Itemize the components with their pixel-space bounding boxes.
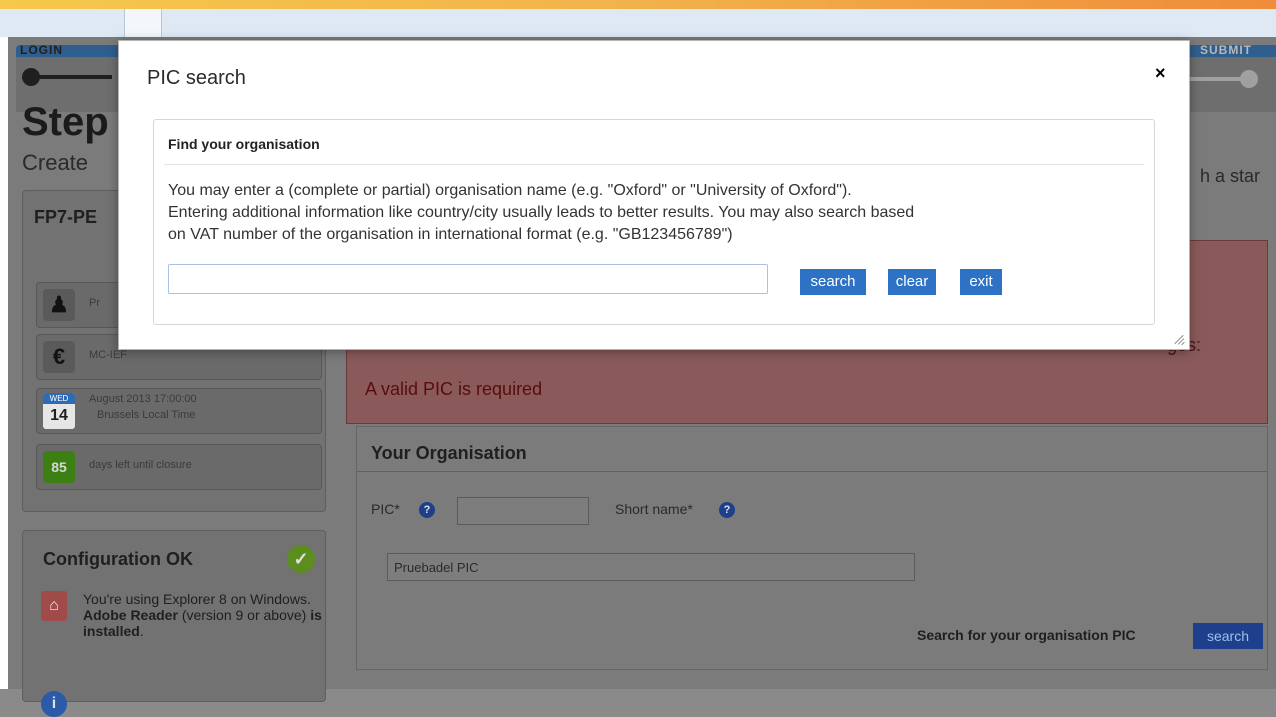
info-icon: i [41, 691, 67, 717]
card-title: Find your organisation [168, 136, 320, 152]
step-submit-dot [1240, 70, 1258, 88]
search-pic-button[interactable]: search [1193, 623, 1263, 649]
help-icon[interactable]: ? [419, 502, 435, 518]
config-text-1: You're using Explorer 8 on Windows. [83, 591, 311, 607]
days-left-badge: 85 [43, 451, 75, 483]
close-icon[interactable]: × [1155, 63, 1166, 84]
configuration-message: You're using Explorer 8 on Windows. Adob… [83, 591, 323, 639]
organisation-search-input[interactable] [168, 264, 768, 294]
panel-row-days-left: 85 days left until closure [36, 444, 322, 490]
required-note: h a star [1200, 166, 1261, 186]
euro-icon: € [43, 341, 75, 373]
dialog-title: PIC search [147, 67, 246, 89]
panel-row-deadline: WED 14 August 2013 17:00:00 Brussels Loc… [36, 388, 322, 434]
resize-handle-icon[interactable] [1173, 333, 1185, 346]
organisation-panel: Your Organisation PIC* ? Short name* ? P… [356, 426, 1268, 670]
pic-label: PIC* [371, 501, 400, 517]
check-icon: ✓ [287, 545, 315, 573]
help-icon[interactable]: ? [719, 502, 735, 518]
call-code: FP7-PE [34, 207, 98, 227]
find-organisation-card: Find your organisation You may enter a (… [153, 119, 1155, 325]
days-left-label: days left until closure [89, 459, 192, 471]
instructions-line-1: You may enter a (complete or partial) or… [168, 182, 852, 199]
step-login-dot [22, 68, 40, 86]
clear-button[interactable]: clear [888, 269, 936, 295]
config-text-end: . [139, 623, 144, 639]
divider [357, 471, 1267, 472]
config-bold-1: Adobe Reader [83, 607, 178, 623]
organisation-title: Your Organisation [371, 443, 527, 463]
pdf-icon: ⌂ [41, 591, 67, 621]
divider [164, 164, 1144, 165]
instructions-line-3: on VAT number of the organisation in int… [168, 226, 733, 243]
panel-row-text: MC-IEF [89, 349, 127, 361]
browser-top-strip [0, 0, 1276, 9]
page-title: Step [22, 100, 109, 144]
progress-line-right [1190, 77, 1242, 81]
person-icon: ♟ [43, 289, 75, 321]
deadline-timezone: Brussels Local Time [97, 409, 196, 421]
pic-search-dialog: PIC search × Find your organisation You … [118, 40, 1190, 350]
config-text-2: (version 9 or above) [181, 607, 307, 623]
panel-row-text: Pr [89, 297, 100, 309]
browser-tab-strip [0, 9, 1276, 38]
deadline-date: August 2013 17:00:00 [89, 393, 197, 405]
configuration-title: Configuration OK [43, 549, 193, 569]
instructions-line-2: Entering additional information like cou… [168, 204, 915, 221]
calendar-icon: WED 14 [43, 393, 75, 429]
error-message: A valid PIC is required [365, 379, 543, 399]
short-name-label: Short name* [615, 501, 693, 517]
calendar-weekday: WED [43, 393, 75, 404]
window-left-border [0, 37, 8, 689]
search-button[interactable]: search [800, 269, 866, 295]
instructions: You may enter a (complete or partial) or… [168, 180, 1128, 246]
page-subtitle: Create [22, 150, 89, 175]
organisation-name-input[interactable]: Pruebadel PIC [387, 553, 915, 581]
pic-input[interactable] [457, 497, 589, 525]
step-submit-label: SUBMIT [1200, 43, 1252, 57]
step-login-label: LOGIN [20, 43, 63, 57]
progress-line-left [38, 75, 112, 79]
calendar-day: 14 [50, 407, 68, 424]
browser-tab[interactable] [124, 9, 162, 37]
search-pic-label: Search for your organisation PIC [917, 627, 1136, 643]
exit-button[interactable]: exit [960, 269, 1002, 295]
configuration-panel: Configuration OK ✓ ⌂ You're using Explor… [22, 530, 326, 717]
